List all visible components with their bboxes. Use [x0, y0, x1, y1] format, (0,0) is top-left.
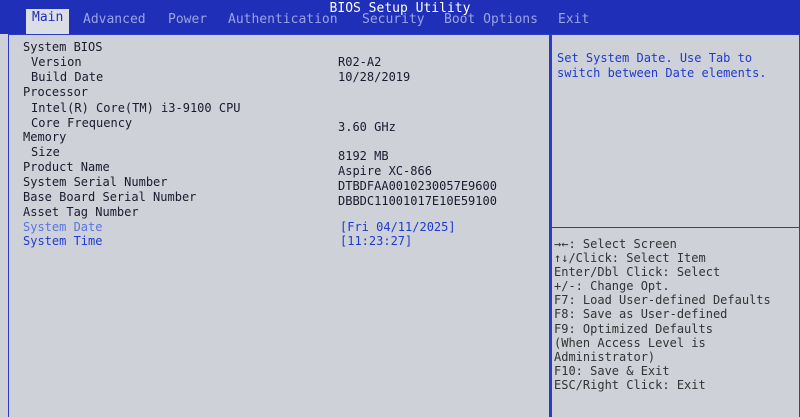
key-hint: (When Access Level is: [554, 335, 706, 350]
key-hint: F8: Save as User-defined: [554, 307, 728, 322]
help-panel: Set System Date. Use Tab to switch betwe…: [550, 34, 800, 417]
key-hint: Administrator): [554, 349, 656, 364]
key-hint: F10: Save & Exit: [554, 363, 670, 378]
top-bar: BIOS Setup Utility Main Advanced Power A…: [0, 0, 800, 34]
section-label: System BIOS: [23, 40, 103, 54]
field-label: System Serial Number: [23, 175, 168, 189]
help-description: Set System Date. Use Tab to switch betwe…: [557, 51, 767, 80]
field-label: Core Frequency: [31, 116, 133, 130]
tab-main[interactable]: Main: [26, 9, 70, 34]
tab-boot-options[interactable]: Boot Options: [444, 11, 538, 31]
field-label: Base Board Serial Number: [23, 190, 197, 204]
tab-authentication[interactable]: Authentication: [228, 11, 338, 31]
field-label: System Time: [23, 234, 103, 248]
field-label: Version: [31, 55, 82, 69]
field-value: 10/28/2019: [338, 70, 411, 84]
field-label: Size: [31, 145, 60, 159]
tab-advanced[interactable]: Advanced: [83, 11, 146, 31]
menu-bar: Main Advanced Power Authentication Secur…: [0, 8, 800, 34]
help-divider: [552, 227, 799, 228]
system-date-field[interactable]: [Fri 04/11/2025]: [340, 220, 456, 235]
key-hint: F7: Load User-defined Defaults: [554, 293, 771, 308]
tab-power[interactable]: Power: [168, 11, 207, 31]
tab-security[interactable]: Security: [362, 11, 425, 31]
key-hint: +/-: Change Opt.: [554, 279, 670, 294]
field-label: Asset Tag Number: [23, 205, 139, 219]
field-label: System Date: [23, 220, 103, 234]
tab-exit[interactable]: Exit: [558, 11, 589, 31]
field-label: Product Name: [23, 160, 110, 174]
field-value: DBBDC11001017E10E59100: [338, 194, 497, 208]
field-value: DTBDFAA0010230057E9600: [338, 179, 497, 193]
key-hint: F9: Optimized Defaults: [554, 321, 713, 336]
key-hint: ESC/Right Click: Exit: [554, 377, 706, 392]
section-label: Processor: [23, 85, 89, 99]
section-label: Memory: [23, 130, 67, 144]
field-value: 8192 MB: [338, 149, 389, 163]
field-value: Aspire XC-866: [338, 164, 432, 178]
field-value: 3.60 GHz: [338, 120, 396, 134]
system-time-field[interactable]: [11:23:27]: [340, 234, 412, 249]
key-hint: ↑↓/Click: Select Item: [554, 251, 706, 266]
key-hint: Enter/Dbl Click: Select: [554, 265, 721, 280]
field-label: Build Date: [31, 70, 104, 84]
key-hint: →←: Select Screen: [554, 237, 677, 251]
main-panel: System BIOS Version R02-A2 Build Date 10…: [8, 34, 550, 417]
field-value: R02-A2: [338, 55, 382, 69]
key-legend: →←: Select Screen ↑↓/Click: Select Item …: [554, 237, 771, 392]
field-label: Intel(R) Core(TM) i3-9100 CPU: [31, 101, 241, 115]
